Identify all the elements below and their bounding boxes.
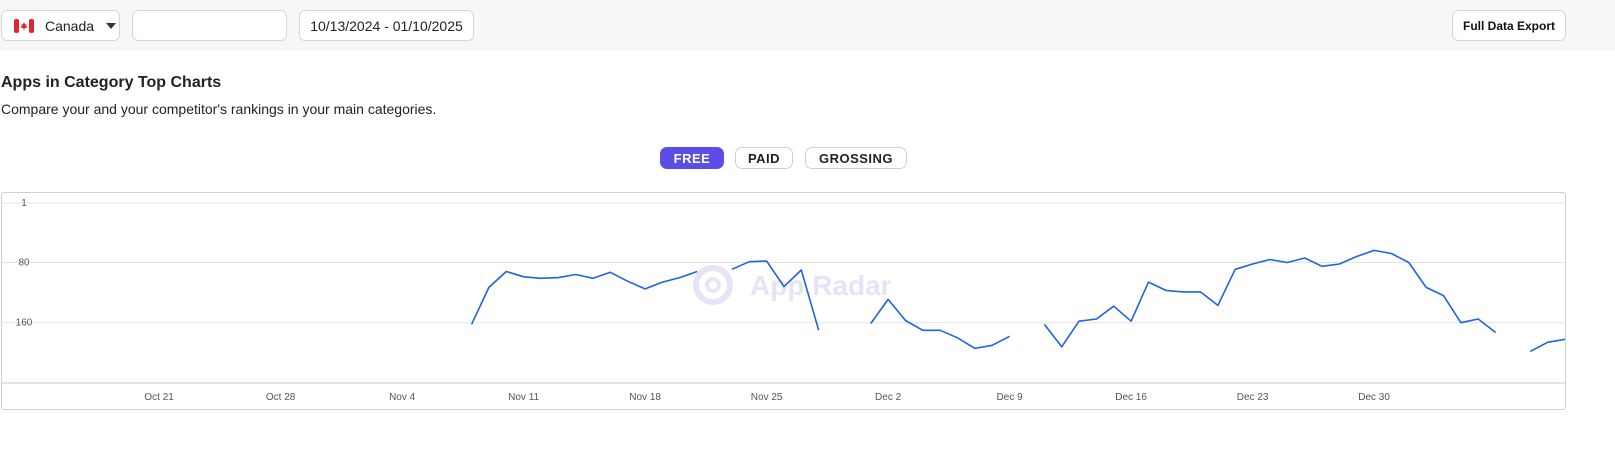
- x-tick-label: Nov 25: [751, 392, 783, 403]
- app-radar-watermark: App Radar: [693, 265, 892, 305]
- tab-paid[interactable]: PAID: [735, 147, 793, 169]
- caret-down-icon: [106, 22, 117, 29]
- x-tick-label: Nov 11: [508, 392, 539, 403]
- x-tick-label: Dec 30: [1358, 392, 1390, 403]
- y-tick-label: 1: [21, 198, 27, 209]
- ranking-chart-svg: App Radar 1 80 160 Oct 21 Oct 28 Nov 4 Nov 11 N…: [2, 198, 1565, 403]
- x-tick-label: Dec 9: [997, 392, 1024, 403]
- ranking-chart: App Radar 1 80 160 Oct 21 Oct 28 Nov 4 Nov 11 N…: [1, 192, 1566, 410]
- ranking-line-segment: [470, 270, 698, 325]
- y-tick-label: 160: [16, 318, 33, 329]
- x-tick-label: Dec 16: [1115, 392, 1147, 403]
- country-dropdown[interactable]: Canada: [1, 10, 120, 41]
- section-subtitle: Compare your and your competitor's ranki…: [1, 101, 437, 117]
- search-input[interactable]: [132, 10, 287, 41]
- x-tick-label: Dec 23: [1237, 392, 1269, 403]
- radar-logo-icon: [693, 265, 733, 305]
- ranking-line-segment: [1529, 338, 1565, 353]
- toolbar: Canada 10/13/2024 - 01/10/2025 Full Data…: [0, 0, 1615, 51]
- tab-free[interactable]: FREE: [660, 147, 724, 169]
- country-label: Canada: [45, 17, 95, 34]
- full-data-export-button[interactable]: Full Data Export: [1452, 10, 1566, 41]
- x-tick-label: Nov 4: [389, 392, 416, 403]
- ranking-line-segment: [1043, 249, 1497, 348]
- x-tick-label: Dec 2: [875, 392, 902, 403]
- ranking-line-segment: [870, 298, 1010, 350]
- date-range-picker[interactable]: 10/13/2024 - 01/10/2025: [299, 10, 474, 41]
- canada-flag-icon: [14, 18, 34, 33]
- x-tick-label: Oct 21: [144, 392, 174, 403]
- y-tick-label: 80: [18, 257, 30, 268]
- watermark-text: App Radar: [750, 270, 892, 301]
- x-tick-label: Oct 28: [266, 392, 296, 403]
- x-tick-label: Nov 18: [629, 392, 661, 403]
- section-title: Apps in Category Top Charts: [1, 74, 222, 91]
- tab-grossing[interactable]: GROSSING: [805, 147, 907, 169]
